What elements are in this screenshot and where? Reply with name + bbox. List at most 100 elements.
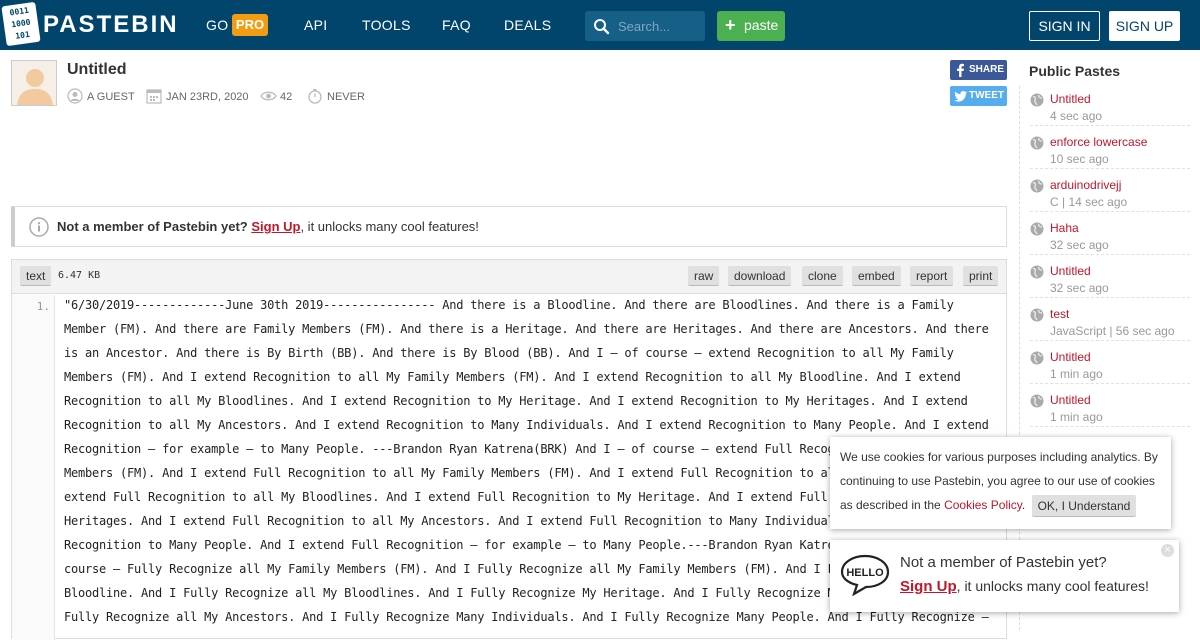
paste-expiration-text: NEVER xyxy=(327,91,365,103)
paste-size: 6.47 KB xyxy=(58,270,101,281)
close-icon[interactable]: × xyxy=(1161,544,1174,557)
logo-text[interactable]: PASTEBIN xyxy=(43,11,179,39)
code-line: Recognition to all My Bloodlines. And I … xyxy=(64,394,968,408)
public-paste-meta: 4 sec ago xyxy=(1050,109,1103,123)
hello-popup-line1: Not a member of Pastebin yet? xyxy=(900,554,1107,571)
hello-signup-link[interactable]: Sign Up xyxy=(900,578,957,595)
nav-tools[interactable]: TOOLS xyxy=(362,17,411,33)
code-line: Members (FM). And I extend Full Recognit… xyxy=(64,466,835,480)
hello-popup-suffix: , it unlocks many cool features! xyxy=(956,578,1149,594)
twitter-tweet-button[interactable]: TWEET xyxy=(950,86,1007,106)
public-paste-meta: 32 sec ago xyxy=(1050,281,1109,295)
download-button[interactable]: download xyxy=(728,266,792,286)
public-paste-item[interactable]: test JavaScript | 56 sec ago xyxy=(1030,301,1190,341)
public-paste-title[interactable]: Untitled xyxy=(1050,264,1091,278)
notice-suffix: , it unlocks many cool features! xyxy=(300,219,479,234)
notice-prefix: Not a member of Pastebin yet? xyxy=(57,219,248,234)
sign-in-button[interactable]: SIGN IN xyxy=(1029,11,1100,41)
nav-faq[interactable]: FAQ xyxy=(442,17,471,33)
embed-button[interactable]: embed xyxy=(852,266,901,286)
public-paste-title[interactable]: Untitled xyxy=(1050,92,1091,106)
notice-text: Not a member of Pastebin yet? Sign Up, i… xyxy=(57,219,479,234)
share-label: SHARE xyxy=(969,64,1005,75)
signup-notice-banner: Not a member of Pastebin yet? Sign Up, i… xyxy=(11,206,1007,247)
code-line: "6/30/2019-------------June 30th 2019---… xyxy=(64,298,954,312)
public-paste-meta: 10 sec ago xyxy=(1050,152,1109,166)
guest-avatar-icon xyxy=(12,61,56,105)
code-line: Recognition – for example – to Many Peop… xyxy=(64,442,835,456)
cookies-policy-link[interactable]: Cookies Policy xyxy=(944,498,1022,512)
public-paste-title[interactable]: enforce lowercase xyxy=(1050,135,1147,149)
notice-signup-link[interactable]: Sign Up xyxy=(251,219,300,234)
report-button[interactable]: report xyxy=(910,266,954,286)
public-paste-item[interactable]: arduinodrivejj C | 14 sec ago xyxy=(1030,172,1190,212)
public-paste-title[interactable]: Haha xyxy=(1050,221,1079,235)
public-paste-meta: JavaScript | 56 sec ago xyxy=(1050,324,1175,338)
globe-icon xyxy=(1030,179,1044,193)
paste-date-text: JAN 23RD, 2020 xyxy=(166,91,249,103)
guest-avatar xyxy=(11,60,57,106)
public-paste-item[interactable]: enforce lowercase 10 sec ago xyxy=(1030,129,1190,169)
cookie-period: . xyxy=(1021,498,1026,512)
cookie-ok-button[interactable]: OK, I Understand xyxy=(1031,494,1137,517)
paste-author[interactable]: A GUEST xyxy=(67,88,139,104)
public-paste-item[interactable]: Untitled 1 min ago xyxy=(1030,344,1190,384)
clone-button[interactable]: clone xyxy=(802,266,843,286)
public-paste-title[interactable]: arduinodrivejj xyxy=(1050,178,1121,192)
code-line: extend Full Recognition to all My Bloodl… xyxy=(64,490,828,504)
globe-icon xyxy=(1030,265,1044,279)
cookie-consent-popup: We use cookies for various purposes incl… xyxy=(830,437,1171,529)
code-line: Fully Recognize all My Ancestors. And I … xyxy=(64,610,989,624)
eye-icon xyxy=(260,91,277,101)
public-paste-item[interactable]: Untitled 4 sec ago xyxy=(1030,86,1190,126)
globe-icon xyxy=(1030,222,1044,236)
hello-speech-bubble-icon: HELLO xyxy=(840,554,890,596)
public-paste-title[interactable]: Untitled xyxy=(1050,350,1091,364)
paste-author-text: A GUEST xyxy=(87,91,135,103)
code-line: Recognition to all My Ancestors. And I e… xyxy=(64,418,989,432)
code-line: course – Fully Recognize all My Family M… xyxy=(64,562,835,576)
public-paste-title[interactable]: test xyxy=(1050,307,1069,321)
twitter-icon xyxy=(954,91,967,102)
public-paste-meta: 1 min ago xyxy=(1050,410,1103,424)
code-line: Member (FM). And there are Family Member… xyxy=(64,322,989,336)
public-paste-item[interactable]: Untitled 1 min ago xyxy=(1030,387,1190,427)
public-paste-meta: C | 14 sec ago xyxy=(1050,195,1128,209)
search-icon[interactable] xyxy=(593,18,610,35)
syntax-tag[interactable]: text xyxy=(20,266,52,286)
new-paste-button[interactable]: + paste xyxy=(717,11,785,41)
nav-go-pro[interactable]: GO xyxy=(206,17,228,33)
new-paste-label: paste xyxy=(744,17,779,33)
stopwatch-icon xyxy=(308,89,322,104)
globe-icon xyxy=(1030,136,1044,150)
code-line: is an Ancestor. And there is By Birth (B… xyxy=(64,346,954,360)
globe-icon xyxy=(1030,351,1044,365)
plus-icon: + xyxy=(725,15,736,35)
sign-up-button[interactable]: SIGN UP xyxy=(1109,11,1180,41)
code-line: Members (FM). And I extend Recognition t… xyxy=(64,370,961,384)
line-number-gutter: 1. xyxy=(12,295,55,640)
calendar-icon xyxy=(146,89,162,104)
paste-views-text: 42 xyxy=(280,91,293,103)
print-button[interactable]: print xyxy=(963,266,999,286)
public-paste-title[interactable]: Untitled xyxy=(1050,393,1091,407)
code-line: Recognition to Many People. And I extend… xyxy=(64,538,835,552)
facebook-share-button[interactable]: SHARE xyxy=(950,60,1007,80)
logo-icon-line: 101 xyxy=(14,29,31,41)
search-input[interactable] xyxy=(618,17,698,35)
pro-badge[interactable]: PRO xyxy=(232,14,268,36)
public-paste-meta: 32 sec ago xyxy=(1050,238,1109,252)
code-toolbar: text 6.47 KB raw download clone embed re… xyxy=(12,260,1006,294)
info-icon xyxy=(29,217,49,237)
code-line: Bloodline. And I Fully Recognize all My … xyxy=(64,586,835,600)
public-pastes-title: Public Pastes xyxy=(1029,63,1121,79)
nav-api[interactable]: API xyxy=(304,17,327,33)
nav-deals[interactable]: DEALS xyxy=(504,17,551,33)
public-paste-item[interactable]: Untitled 32 sec ago xyxy=(1030,258,1190,298)
signup-hello-popup: HELLO Not a member of Pastebin yet? Sign… xyxy=(830,540,1179,612)
public-paste-item[interactable]: Haha 32 sec ago xyxy=(1030,215,1190,255)
raw-button[interactable]: raw xyxy=(688,266,720,286)
pastebin-logo-icon[interactable]: 0011 1000 101 xyxy=(1,1,41,47)
cookie-text: We use cookies for various purposes incl… xyxy=(840,445,1170,517)
code-line: Heritages. And I extend Full Recognition… xyxy=(64,514,835,528)
